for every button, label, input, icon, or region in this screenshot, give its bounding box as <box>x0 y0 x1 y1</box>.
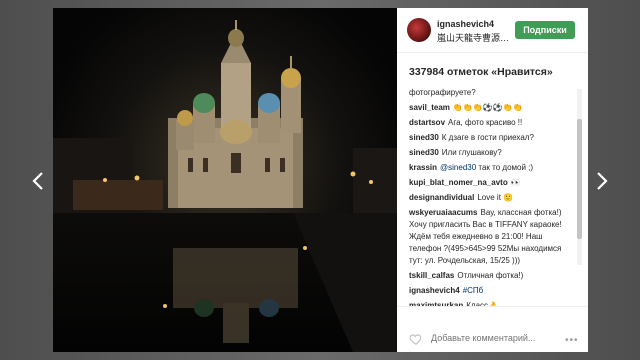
follow-button[interactable]: Подписки <box>515 21 575 39</box>
comment-item: wskyeruaiaacums Вау, классная фотка!) Хоч… <box>409 207 574 267</box>
post-sidebar: ignashevich4 嵐山天龍寺曹源… Подписки 337984 от… <box>397 8 588 352</box>
comments-list[interactable]: фотографируете? savil_team 👏👏👏⚽⚽👏👏 dstartso… <box>397 87 588 307</box>
ellipsis-icon[interactable]: ••• <box>565 335 579 346</box>
comment-text: Или глушакову? <box>441 148 502 157</box>
comment-username[interactable]: krassin <box>409 163 437 172</box>
comment-username[interactable]: kupi_blat_nomer_na_avto <box>409 178 508 187</box>
chevron-left-icon <box>32 172 43 190</box>
comment-text: 👏👏👏⚽⚽👏👏 <box>452 103 523 112</box>
comment-username[interactable]: tskill_calfas <box>409 271 454 280</box>
comment-text: фотографируете? <box>409 88 476 97</box>
likes-count[interactable]: 337984 отметок «Нравится» <box>409 66 553 78</box>
comments-content: фотографируете? savil_team 👏👏👏⚽⚽👏👏 dstartso… <box>409 87 574 307</box>
comment-username[interactable]: designandividual <box>409 193 474 202</box>
cathedral-night-image <box>53 8 397 352</box>
comment-text: Класс👌 <box>466 301 498 307</box>
post-location[interactable]: 嵐山天龍寺曹源… <box>437 31 509 44</box>
comment-item: savil_team 👏👏👏⚽⚽👏👏 <box>409 102 574 114</box>
comment-username[interactable]: ignashevich4 <box>409 286 460 295</box>
comment-text: К дзаге в гости приехал? <box>441 133 534 142</box>
comment-item: kupi_blat_nomer_na_avto 👀 <box>409 177 574 189</box>
post-footer: ••• <box>397 327 588 352</box>
comment-text: Ага, фото красиво !! <box>448 118 523 127</box>
comment-item: фотографируете? <box>409 87 574 99</box>
comment-item: sined30 Или глушакову? <box>409 147 574 159</box>
add-comment-input[interactable] <box>431 333 551 343</box>
comment-hashtag[interactable]: #СПб <box>463 286 484 295</box>
comment-username[interactable]: dstartsov <box>409 118 445 127</box>
comment-item: dstartsov Ага, фото красиво !! <box>409 117 574 129</box>
post-modal: ignashevich4 嵐山天龍寺曹源… Подписки 337984 от… <box>53 8 588 352</box>
comment-item: krassin @sined30 так то домой ;) <box>409 162 574 174</box>
comment-text: Отличная фотка!) <box>457 271 524 280</box>
comment-username[interactable]: maximtsurkan <box>409 301 463 306</box>
comment-item: sined30 К дзаге в гости приехал? <box>409 132 574 144</box>
comment-item: ignashevich4 #СПб <box>409 285 574 297</box>
chevron-right-icon <box>597 172 608 190</box>
comment-username[interactable]: savil_team <box>409 103 450 112</box>
post-header: ignashevich4 嵐山天龍寺曹源… Подписки <box>397 8 588 53</box>
comments-scrollbar-thumb[interactable] <box>577 119 582 239</box>
comment-text: Love it 🙂 <box>477 193 514 202</box>
comment-text: так то домой ;) <box>478 163 534 172</box>
next-post-button[interactable] <box>592 168 612 194</box>
comment-mention[interactable]: @sined30 <box>440 163 478 172</box>
comment-text: 👀 <box>510 178 521 187</box>
avatar[interactable] <box>407 18 431 42</box>
comment-username[interactable]: sined30 <box>409 133 439 142</box>
previous-post-button[interactable] <box>28 168 48 194</box>
comment-item: tskill_calfas Отличная фотка!) <box>409 270 574 282</box>
post-photo[interactable] <box>53 8 397 352</box>
comment-item: designandividual Love it 🙂 <box>409 192 574 204</box>
heart-icon[interactable] <box>409 332 423 346</box>
comment-item: maximtsurkan Класс👌 <box>409 300 574 307</box>
comment-username[interactable]: sined30 <box>409 148 439 157</box>
comment-username[interactable]: wskyeruaiaacums <box>409 208 478 217</box>
author-username[interactable]: ignashevich4 <box>437 19 494 29</box>
